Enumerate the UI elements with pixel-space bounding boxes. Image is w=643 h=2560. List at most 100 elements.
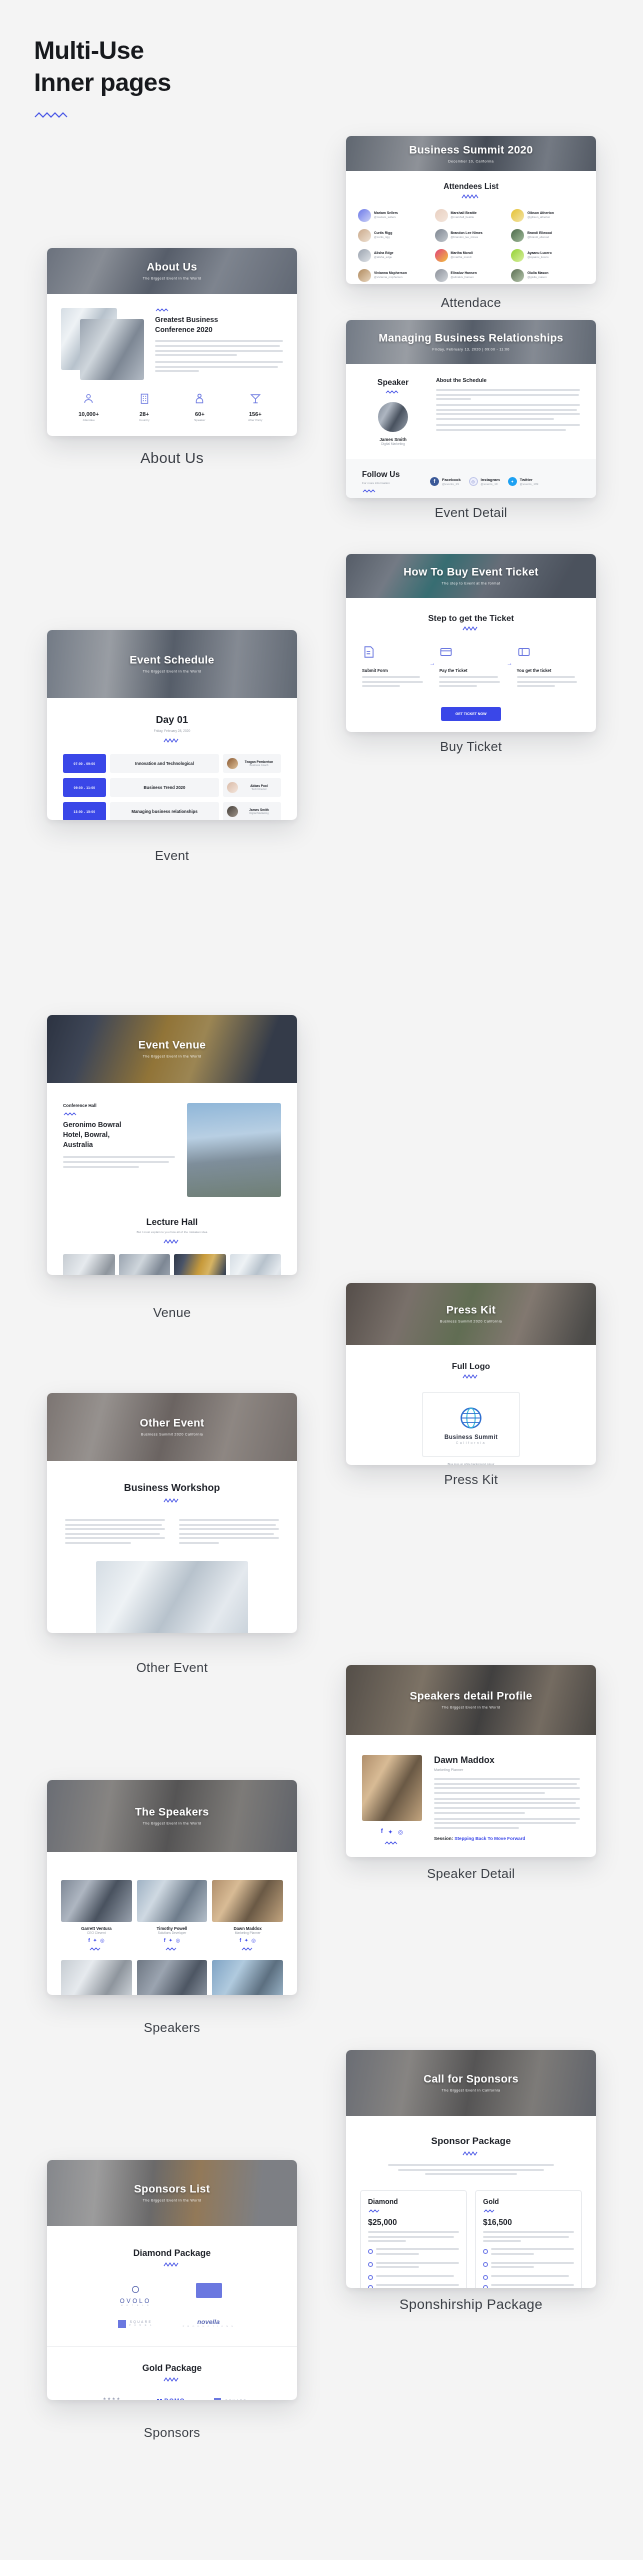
hero-subtitle: The Biggest Event in the World <box>142 2198 202 2203</box>
mockup-buy-ticket[interactable]: How To Buy Event Ticket The step to Even… <box>346 554 596 732</box>
twitter-icon[interactable]: ✦ <box>93 1938 97 1944</box>
mockup-press-kit[interactable]: Press Kit Business Summit 2020 Californi… <box>346 1283 596 1465</box>
avatar <box>227 758 238 769</box>
schedule-row[interactable]: 09:00 - 11:00 Business Trend 2020 Abbas … <box>63 778 281 797</box>
attendee-handle: @vivianna_mcpherson <box>374 274 403 279</box>
mockup-event[interactable]: Event Schedule The Biggest Event in the … <box>47 630 297 820</box>
sponsor-logo-elegance[interactable]: ★★★★ ELEGANCE P R O P E R T Y <box>96 2396 129 2400</box>
list-item[interactable]: Brandi Ellwood @brandi_ellwood <box>511 229 584 242</box>
social-facebook[interactable]: f Facebook @events_19 <box>430 477 461 486</box>
gold-package-title: Gold Package <box>142 2363 202 2373</box>
twitter-icon[interactable]: ✦ <box>244 1938 248 1944</box>
social-instagram[interactable]: ◎ Instagram @events_19 <box>468 477 500 486</box>
avatar <box>511 209 525 222</box>
facebook-icon[interactable]: f <box>88 1938 90 1944</box>
list-item[interactable]: Curtis Rigg @curtis_rigg <box>358 229 431 242</box>
facebook-icon[interactable]: f <box>240 1938 242 1944</box>
list-item[interactable]: Vivianna Mcpherson @vivianna_mcpherson <box>358 269 431 282</box>
step-get-ticket[interactable]: You get the ticket <box>516 645 580 690</box>
speaker-card[interactable] <box>136 1960 208 1995</box>
sponsor-logo-square[interactable]: SQUAREP A N E L S <box>213 2396 249 2400</box>
speaker-photo <box>212 1880 283 1922</box>
social-twitter[interactable]: ✦ Twitter @events_199 <box>507 477 539 486</box>
package-feature <box>368 2284 459 2288</box>
sponsor-logo-bluecard[interactable] <box>172 2281 245 2307</box>
instagram-icon[interactable]: ◎ <box>251 1938 255 1944</box>
schedule-row[interactable]: 13:00 - 15:00 Managing business relation… <box>63 802 281 820</box>
schedule-row[interactable]: 07:00 - 09:00 Innovation and Technologic… <box>63 754 281 773</box>
stat-label: Country <box>138 418 150 422</box>
attendee-handle: @gibson_atherton <box>527 214 551 219</box>
sponsor-logo-square-panel[interactable]: SQUARE P A N E L <box>99 2319 172 2328</box>
gallery-photo[interactable] <box>229 1254 281 1275</box>
about-schedule-paragraph-3 <box>436 423 580 431</box>
mockup-attendance[interactable]: Business Summit 2020 December 10, Califo… <box>346 136 596 284</box>
gallery-photo[interactable] <box>174 1254 226 1275</box>
list-item[interactable]: Elinaluv Hansen @elinaluv_hansen <box>434 269 508 282</box>
attendee-handle: @marshall_beattie <box>450 214 475 219</box>
step-submit-form[interactable]: Submit Form <box>362 645 425 690</box>
instagram-icon[interactable]: ◎ <box>100 1938 104 1944</box>
steps-title: Step to get the Ticket <box>428 613 514 623</box>
mockup-speaker-detail[interactable]: Speakers detail Profile The Biggest Even… <box>346 1665 596 1857</box>
package-feature <box>368 2248 459 2257</box>
mockup-event-detail[interactable]: Managing Business Relationships Friday, … <box>346 320 596 498</box>
twitter-icon[interactable]: ✦ <box>388 1829 393 1836</box>
check-icon <box>368 2248 373 2254</box>
sponsor-logo-ovolo[interactable]: OVOLO H O T E L S <box>99 2281 172 2307</box>
speaker-card[interactable]: Dawn Maddox Marketing Planner f ✦ ◎ <box>212 1880 283 1951</box>
hero-subtitle: The Biggest Event in the World <box>142 669 202 674</box>
follow-us-heading: Follow Us <box>362 470 400 479</box>
diamond-package-title: Diamond Package <box>133 2248 211 2258</box>
social-handle: @events_199 <box>519 482 539 486</box>
instagram-icon[interactable]: ◎ <box>398 1829 403 1836</box>
list-item[interactable]: Martha Mondi @martha_mondi <box>434 249 508 262</box>
stat-label: Speaker <box>194 418 206 422</box>
package-card-diamond[interactable]: Diamond $25,000 Availability: 4 Slot <box>360 2190 467 2288</box>
about-paragraph-1 <box>155 340 283 357</box>
list-item[interactable]: Mariam Sellers @mariam_sellers <box>358 209 431 222</box>
mockup-sponsorship-package[interactable]: Call for Sponsors The Biggest Event in C… <box>346 2050 596 2288</box>
list-item[interactable]: Ayaanu Lucero @ayaanu_lucero <box>511 249 584 262</box>
sponsor-logo-domo[interactable]: DOMO <box>157 2396 185 2400</box>
mockup-sponsors[interactable]: Sponsors List The Biggest Event in the W… <box>47 2160 297 2400</box>
list-item[interactable]: Gibson Atherton @gibson_atherton <box>511 209 584 222</box>
get-ticket-now-button[interactable]: GET TICKET NOW <box>441 706 501 721</box>
step-title: Submit Form <box>362 668 388 673</box>
venue-hero: Event Venue The Biggest Event in the Wor… <box>47 1015 297 1083</box>
about-heading-line2: Conference 2020 <box>155 324 213 334</box>
list-item[interactable]: Marshall Beattie @marshall_beattie <box>434 209 508 222</box>
speaker-photo <box>212 1960 283 1995</box>
caption-sponsorship: Sponshirship Package <box>399 2296 543 2312</box>
gold-logos-row: ★★★★ ELEGANCE P R O P E R T Y DOMO SQUAR… <box>47 2382 297 2400</box>
step-title: Pay the Ticket <box>439 668 468 673</box>
speaker-card[interactable]: Garrett Ventura CEO Clevent f ✦ ◎ <box>61 1880 132 1951</box>
step-pay-ticket[interactable]: Pay the Ticket <box>439 645 502 690</box>
logo-card-blue[interactable]: Business Summit California <box>422 1392 520 1457</box>
gallery-photo[interactable] <box>118 1254 170 1275</box>
full-logo-title: Full Logo <box>451 1361 491 1371</box>
mockup-other-event[interactable]: Other Event Business Summit 2020 Califor… <box>47 1393 297 1633</box>
check-icon <box>483 2284 488 2288</box>
instagram-icon[interactable]: ◎ <box>176 1938 180 1944</box>
facebook-icon[interactable]: f <box>381 1829 383 1836</box>
list-item[interactable]: Alisha Edge @alisha_edge <box>358 249 431 262</box>
logo-caption: Blue logo on white background colour <box>447 1462 495 1465</box>
speaker-card[interactable] <box>212 1960 283 1995</box>
twitter-icon[interactable]: ✦ <box>169 1938 173 1944</box>
speaker-card[interactable] <box>61 1960 132 1995</box>
gallery-photo[interactable] <box>63 1254 115 1275</box>
page-title-line2: Inner pages <box>34 68 172 97</box>
venue-paragraph <box>63 1156 175 1168</box>
package-card-gold[interactable]: Gold $16,500 Availability: 17 Slot <box>475 2190 582 2288</box>
sponsor-logo-novella[interactable]: novella P R O D U C T I O N S <box>172 2319 245 2328</box>
mockup-about-us[interactable]: About Us The Biggest Event in the World … <box>47 248 297 436</box>
step-title: You get the ticket <box>516 668 552 673</box>
list-item[interactable]: Giulia Mason @giulia_mason <box>511 269 584 282</box>
list-item[interactable]: Brandon Lee Nimes @brandon_lee_nimes <box>434 229 508 242</box>
mockup-speakers[interactable]: The Speakers The Biggest Event in the Wo… <box>47 1780 297 1995</box>
mockup-venue[interactable]: Event Venue The Biggest Event in the Wor… <box>47 1015 297 1275</box>
facebook-icon[interactable]: f <box>164 1938 166 1944</box>
about-stats: 10,000+ Attendee 28+ Country 60+ Speaker… <box>47 380 297 422</box>
speaker-card[interactable]: Timothy Powell Solutions Developer f ✦ ◎ <box>136 1880 208 1951</box>
